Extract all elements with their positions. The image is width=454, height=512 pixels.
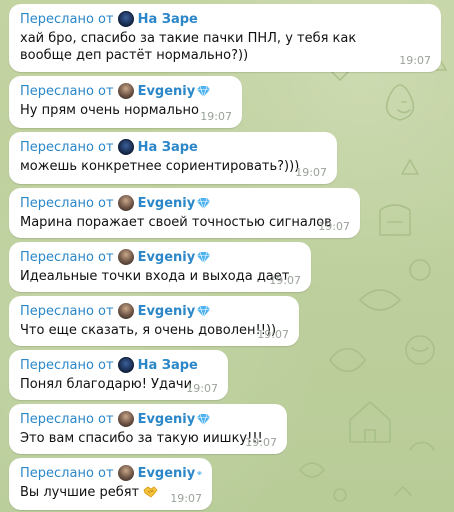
evgeniy-avatar — [117, 411, 134, 427]
forwarded-from-header[interactable]: Переслано от На Заре — [20, 356, 218, 374]
message-bubble[interactable]: Переслано от Evgeniy Что еще сказать, я … — [9, 296, 299, 346]
message-timestamp: 19:07 — [257, 328, 289, 341]
message-bubble[interactable]: Переслано от Evgeniy Марина поражает сво… — [9, 188, 360, 238]
forwarded-label: Переслано от — [20, 11, 114, 27]
na-zare-avatar — [117, 357, 134, 373]
evgeniy-avatar — [117, 303, 134, 319]
message-bubble[interactable]: Переслано от На Заре Понял благодарю! Уд… — [9, 350, 228, 400]
forwarded-sender-name[interactable]: Evgeniy — [138, 304, 196, 319]
premium-diamond-icon — [197, 470, 202, 476]
message-text: можешь конкретнее сориентировать?))) — [20, 159, 300, 174]
message-timestamp: 19:07 — [200, 110, 232, 123]
forwarded-from-header[interactable]: Переслано от На Заре — [20, 10, 431, 28]
na-zare-avatar — [117, 11, 134, 27]
forwarded-sender-name[interactable]: На Заре — [138, 358, 198, 373]
message-text: Это вам спасибо за такую иишку!!! — [20, 431, 263, 446]
message-bubble[interactable]: Переслано от Evgeniy Вы лучшие ребят 19:… — [9, 458, 212, 510]
message-bubble[interactable]: Переслано от На Заре хай бро, спасибо за… — [9, 4, 441, 72]
message-bubble[interactable]: Переслано от Evgeniy Идеальные точки вхо… — [9, 242, 311, 292]
forwarded-sender-name[interactable]: Evgeniy — [138, 466, 196, 481]
forwarded-from-header[interactable]: Переслано от Evgeniy — [20, 194, 350, 212]
forwarded-label: Переслано от — [20, 303, 114, 319]
evgeniy-avatar — [117, 465, 134, 481]
message-text: Идеальные точки входа и выхода дает — [20, 269, 290, 284]
forwarded-from-header[interactable]: Переслано от Evgeniy — [20, 302, 289, 320]
na-zare-avatar — [117, 139, 134, 155]
forwarded-label: Переслано от — [20, 357, 114, 373]
message-bubble[interactable]: Переслано от Evgeniy Ну прям очень норма… — [9, 76, 242, 128]
message-timestamp: 19:07 — [295, 166, 327, 179]
forwarded-label: Переслано от — [20, 249, 114, 265]
message-text: Вы лучшие ребят — [20, 485, 140, 500]
forwarded-label: Переслано от — [20, 195, 114, 211]
message-timestamp: 19:07 — [399, 54, 431, 67]
forwarded-label: Переслано от — [20, 83, 114, 99]
message-timestamp: 19:07 — [170, 492, 202, 505]
forwarded-label: Переслано от — [20, 139, 114, 155]
forwarded-sender-name[interactable]: Evgeniy — [138, 196, 196, 211]
forwarded-sender-name[interactable]: Evgeniy — [138, 250, 196, 265]
forwarded-from-header[interactable]: Переслано от Evgeniy — [20, 82, 232, 100]
forwarded-from-header[interactable]: Переслано от На Заре — [20, 138, 327, 156]
premium-diamond-icon — [197, 305, 211, 317]
evgeniy-avatar — [117, 195, 134, 211]
message-text: хай бро, спасибо за такие пачки ПНЛ, у т… — [20, 31, 357, 63]
forwarded-from-header[interactable]: Переслано от Evgeniy — [20, 248, 301, 266]
evgeniy-avatar — [117, 249, 134, 265]
message-text: Что еще сказать, я очень доволен!!)) — [20, 323, 277, 338]
premium-diamond-icon — [197, 85, 211, 97]
forwarded-label: Переслано от — [20, 465, 114, 481]
forwarded-from-header[interactable]: Переслано от Evgeniy — [20, 464, 202, 482]
forwarded-sender-name[interactable]: На Заре — [138, 140, 198, 155]
message-bubble[interactable]: Переслано от Evgeniy Это вам спасибо за … — [9, 404, 287, 454]
message-text: Марина поражает своей точностью сигналов — [20, 215, 332, 230]
forwarded-sender-name[interactable]: На Заре — [138, 12, 198, 27]
forwarded-from-header[interactable]: Переслано от Evgeniy — [20, 410, 277, 428]
message-bubble[interactable]: Переслано от На Заре можешь конкретнее с… — [9, 132, 337, 184]
premium-diamond-icon — [197, 251, 211, 263]
message-timestamp: 19:07 — [186, 382, 218, 395]
premium-diamond-icon — [197, 413, 211, 425]
premium-diamond-icon — [197, 197, 211, 209]
handshake-emoji — [143, 486, 158, 498]
message-timestamp: 19:07 — [269, 274, 301, 287]
message-timestamp: 19:07 — [245, 436, 277, 449]
message-timestamp: 19:07 — [318, 220, 350, 233]
forwarded-label: Переслано от — [20, 411, 114, 427]
forwarded-sender-name[interactable]: Evgeniy — [138, 84, 196, 99]
evgeniy-avatar — [117, 83, 134, 99]
forwarded-sender-name[interactable]: Evgeniy — [138, 412, 196, 427]
